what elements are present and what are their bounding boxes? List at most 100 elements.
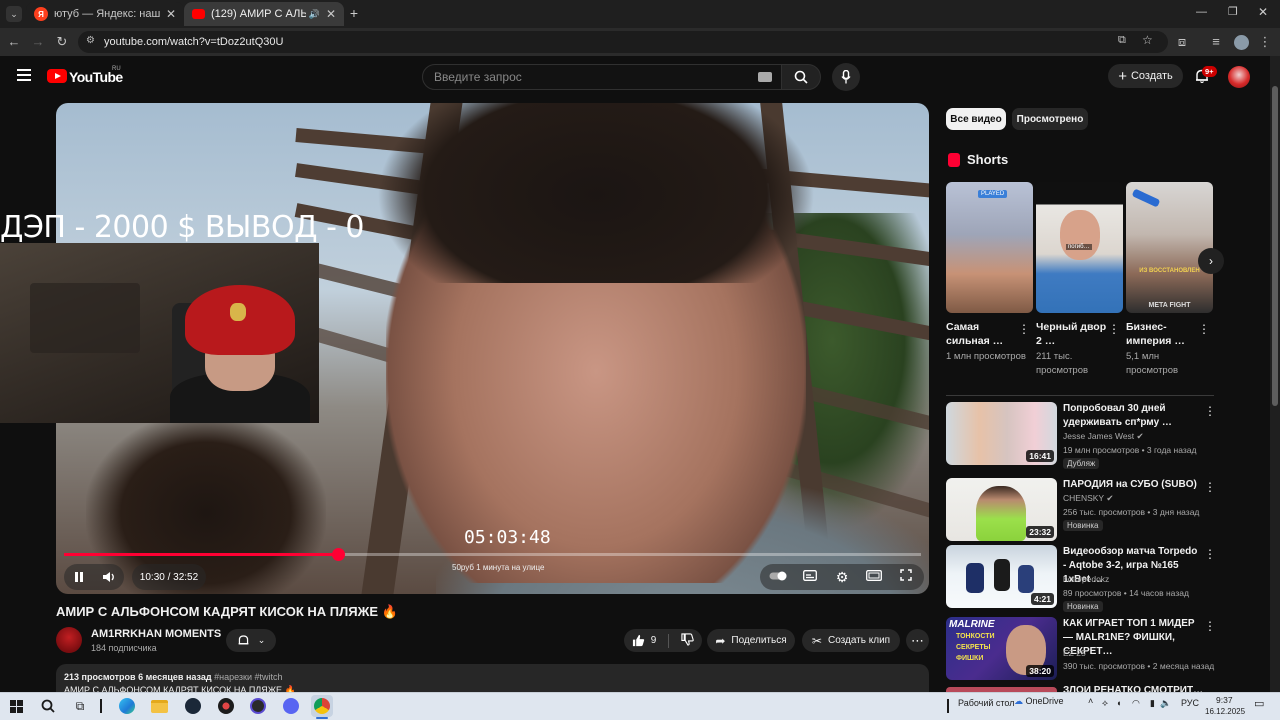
page-scrollbar[interactable] bbox=[1270, 56, 1280, 692]
bookmark-star-icon[interactable]: ☆ bbox=[1142, 33, 1153, 47]
audio-playing-icon[interactable]: 🔊 bbox=[309, 9, 320, 20]
tray-sound-app-icon[interactable]: ◖ bbox=[1116, 698, 1121, 708]
create-button[interactable]: + Создать bbox=[1108, 64, 1183, 88]
minimize-icon[interactable]: — bbox=[1196, 6, 1207, 18]
progress-scrubber[interactable] bbox=[332, 548, 346, 561]
short-title[interactable]: Самая сильная … bbox=[946, 320, 1018, 348]
language-indicator[interactable]: РУС bbox=[1181, 698, 1199, 708]
more-vertical-icon[interactable]: ⋮ bbox=[1198, 322, 1210, 336]
more-vertical-icon[interactable]: ⋮ bbox=[1204, 619, 1216, 633]
short-thumbnail[interactable]: погиб… bbox=[1036, 182, 1123, 313]
share-button[interactable]: ➦ Поделиться bbox=[707, 629, 795, 652]
autoplay-toggle[interactable] bbox=[762, 571, 794, 584]
address-bar[interactable]: ⚙ youtube.com/watch?v=tDoz2utQ30U ⧉ ☆ bbox=[78, 31, 1168, 53]
restore-icon[interactable]: ❐ bbox=[1228, 5, 1238, 18]
search-input[interactable]: Введите запрос bbox=[422, 64, 782, 90]
tray-app-icon[interactable]: ⟡ bbox=[1102, 698, 1108, 709]
speaker-icon[interactable]: 🔈 bbox=[1160, 698, 1171, 709]
chevron-right-icon[interactable]: › bbox=[1198, 248, 1224, 274]
progress-bar[interactable] bbox=[64, 548, 921, 561]
more-vertical-icon[interactable]: ⋮ bbox=[1204, 404, 1216, 418]
profile-avatar[interactable] bbox=[1234, 35, 1249, 50]
obs-icon[interactable] bbox=[247, 695, 269, 717]
recommendation-channel[interactable]: Jesse James West ✔ bbox=[1063, 431, 1144, 442]
recommendation-title[interactable]: Попробовал 30 дней удерживать сп*рму … bbox=[1063, 402, 1203, 430]
channel-avatar[interactable] bbox=[56, 627, 82, 653]
hashtags[interactable]: #нарезки #twitch bbox=[214, 672, 282, 682]
video-thumbnail[interactable]: MALRINE ТОНКОСТИ СЕКРЕТЫ ФИШКИ 38:20 bbox=[946, 617, 1057, 680]
short-thumbnail[interactable]: ИЗ ВОССТАНОВЛЕН META FIGHT bbox=[1126, 182, 1213, 313]
wifi-icon[interactable]: ◠ bbox=[1132, 698, 1140, 709]
short-title[interactable]: Бизнес-империя … bbox=[1126, 320, 1198, 348]
recommendation-channel[interactable]: CHENSKY ✔ bbox=[1063, 493, 1113, 504]
desktop-toolbar-label[interactable]: Рабочий стол bbox=[958, 698, 1015, 708]
close-tab-icon[interactable]: ✕ bbox=[166, 7, 176, 21]
video-thumbnail[interactable]: 16:41 bbox=[946, 402, 1057, 465]
more-actions-button[interactable]: ⋯ bbox=[906, 629, 929, 652]
recommendation-channel[interactable]: EZ 25 bbox=[1063, 648, 1086, 658]
more-vertical-icon[interactable]: ⋮ bbox=[1018, 322, 1030, 336]
onedrive-indicator[interactable]: ☁ OneDrive bbox=[1014, 696, 1064, 707]
new-tab-button[interactable]: + bbox=[346, 5, 362, 21]
file-explorer-icon[interactable] bbox=[148, 695, 170, 717]
edge-icon[interactable] bbox=[116, 695, 138, 717]
site-info-icon[interactable]: ⚙ bbox=[86, 35, 95, 46]
start-button[interactable] bbox=[5, 695, 27, 717]
short-thumbnail[interactable]: PLAYED bbox=[946, 182, 1033, 313]
task-view-icon[interactable]: ⧉ bbox=[69, 695, 91, 717]
create-clip-button[interactable]: ✂ Создать клип bbox=[802, 629, 900, 652]
browser-menu-icon[interactable]: ⋮ bbox=[1256, 34, 1274, 50]
recommendation-title[interactable]: ПАРОДИЯ на СУБО (SUBO) bbox=[1063, 478, 1203, 492]
scrollbar-thumb[interactable] bbox=[1272, 86, 1278, 406]
more-vertical-icon[interactable]: ⋮ bbox=[1204, 480, 1216, 494]
video-thumbnail[interactable]: 23:32 bbox=[946, 478, 1057, 541]
tab-youtube[interactable]: (129) АМИР С АЛЬФОНСО… 🔊 ✕ bbox=[184, 2, 344, 26]
short-title[interactable]: Черный двор 2 … bbox=[1036, 320, 1108, 348]
notification-center-icon[interactable]: ▭ bbox=[1254, 697, 1264, 710]
pause-button[interactable] bbox=[64, 571, 94, 583]
guide-menu-icon[interactable] bbox=[17, 69, 31, 81]
extensions-icon[interactable]: ⧈ bbox=[1173, 34, 1191, 50]
video-thumbnail[interactable]: 4:21 bbox=[946, 545, 1057, 608]
tab-yandex[interactable]: Я ютуб — Яндекс: нашлось 7 м… ✕ bbox=[26, 2, 184, 26]
tab-search-button[interactable]: ⌄ bbox=[6, 6, 22, 22]
forward-icon[interactable]: → bbox=[29, 34, 47, 49]
reading-list-icon[interactable]: ≡ bbox=[1207, 34, 1225, 49]
clock-date[interactable]: 16.12.2025 bbox=[1205, 707, 1245, 716]
theater-mode-button[interactable] bbox=[858, 568, 890, 586]
recommendation-item[interactable]: 23:32 ПАРОДИЯ на СУБО (SUBO) CHENSKY ✔ 2… bbox=[946, 478, 1216, 548]
channel-name[interactable]: AM1RRKHAN MOMENTS bbox=[91, 628, 221, 640]
volume-button[interactable] bbox=[94, 571, 124, 583]
recommendation-item[interactable]: 4:21 Видеообзор матча Torpedo - Aqtobe 3… bbox=[946, 545, 1216, 615]
chip-watched[interactable]: Просмотрено bbox=[1012, 108, 1088, 130]
like-button[interactable]: 9 bbox=[632, 634, 656, 647]
recommendation-item[interactable]: MALRINE ТОНКОСТИ СЕКРЕТЫ ФИШКИ 38:20 КАК… bbox=[946, 617, 1216, 687]
recommendation-channel[interactable]: hctorpedokz bbox=[1063, 574, 1109, 584]
more-vertical-icon[interactable]: ⋮ bbox=[1108, 322, 1120, 336]
search-button[interactable] bbox=[781, 64, 821, 90]
microphone-tray-icon[interactable]: ▮ bbox=[1150, 698, 1155, 709]
app-icon[interactable] bbox=[215, 695, 237, 717]
recommendation-item[interactable]: 16:41 Попробовал 30 дней удерживать сп*р… bbox=[946, 402, 1216, 472]
chevron-up-icon[interactable]: ˄ bbox=[1088, 696, 1093, 706]
voice-search-button[interactable] bbox=[832, 63, 860, 91]
chip-all-videos[interactable]: Все видео bbox=[946, 108, 1006, 130]
reload-icon[interactable]: ↻ bbox=[53, 34, 71, 50]
window-close-icon[interactable]: ✕ bbox=[1258, 5, 1268, 19]
more-vertical-icon[interactable]: ⋮ bbox=[1204, 547, 1216, 561]
clock-time[interactable]: 9:37 bbox=[1216, 695, 1233, 705]
settings-gear-icon[interactable]: ⚙ bbox=[826, 569, 858, 586]
search-button[interactable] bbox=[37, 695, 59, 717]
fullscreen-button[interactable] bbox=[890, 568, 922, 586]
dislike-button[interactable] bbox=[681, 632, 695, 649]
steam-icon[interactable] bbox=[182, 695, 204, 717]
youtube-logo-icon[interactable] bbox=[47, 69, 67, 83]
keyboard-icon[interactable] bbox=[758, 72, 772, 82]
cast-icon[interactable]: ⧉ bbox=[1118, 34, 1126, 47]
subscription-bell-button[interactable]: ⌄ bbox=[226, 629, 276, 652]
chrome-icon[interactable] bbox=[311, 695, 333, 717]
subtitles-button[interactable] bbox=[794, 568, 826, 586]
discord-icon[interactable] bbox=[280, 695, 302, 717]
back-icon[interactable]: ← bbox=[5, 34, 23, 49]
account-avatar[interactable] bbox=[1228, 66, 1250, 88]
